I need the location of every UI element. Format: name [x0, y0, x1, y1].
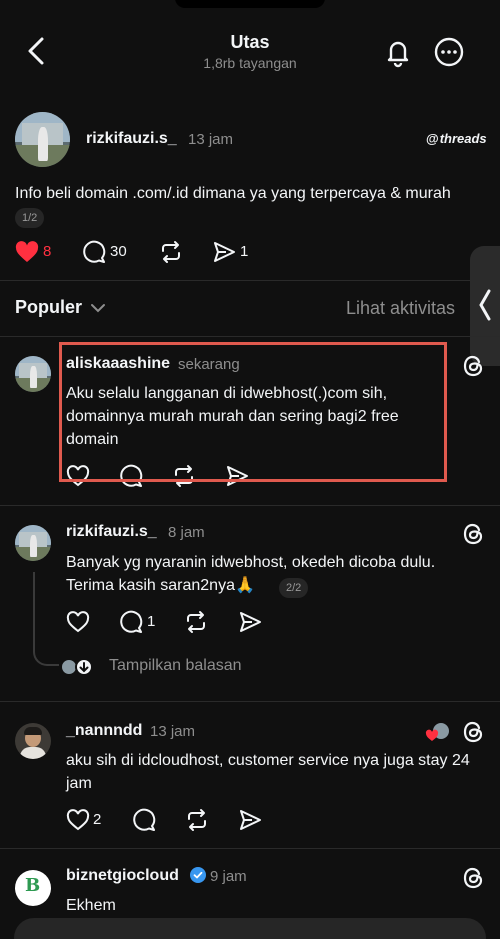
reply-text: Banyak yg nyaranin idwebhost, okedeh dic…	[66, 554, 436, 594]
brand-label: threads	[439, 131, 487, 146]
header: Utas 1,8rb tayangan	[0, 0, 500, 90]
like-count: 8	[43, 243, 52, 260]
reply-count: 30	[110, 243, 127, 260]
avatar[interactable]: B	[15, 870, 51, 906]
post-username[interactable]: rizkifauzi.s_	[86, 130, 177, 148]
repost-icon[interactable]	[159, 240, 183, 264]
view-count: 1,8rb tayangan	[203, 55, 297, 71]
threads-logo-icon[interactable]	[462, 354, 486, 378]
heart-icon[interactable]	[66, 611, 90, 633]
divider	[0, 280, 500, 281]
arrow-down-icon	[79, 662, 89, 673]
reply-time: 8 jam	[168, 524, 205, 541]
view-activity-link[interactable]: Lihat aktivitas	[346, 298, 455, 319]
divider	[0, 336, 500, 337]
heart-filled-icon[interactable]	[15, 241, 39, 263]
share-count: 1	[240, 243, 249, 260]
avatar[interactable]	[15, 723, 51, 759]
reply-username[interactable]: biznetgiocloud	[66, 867, 179, 885]
page-indicator: 1/2	[15, 208, 45, 228]
threads-at-icon: @	[426, 131, 439, 146]
share-icon[interactable]	[212, 240, 236, 264]
reply-time: 13 jam	[150, 723, 196, 740]
comment-icon[interactable]	[132, 808, 156, 832]
heart-icon[interactable]	[66, 809, 90, 831]
like-count: 2	[93, 811, 102, 828]
repost-icon[interactable]	[185, 808, 209, 832]
page-indicator: 2/2	[279, 578, 309, 598]
liked-by-author-icon	[425, 723, 449, 741]
threads-brand: @threads	[426, 131, 487, 146]
avatar[interactable]	[15, 356, 51, 392]
post-text: Info beli domain .com/.id dimana ya yang…	[15, 185, 451, 202]
reply-text: Ekhem	[66, 897, 116, 914]
reply-text: aku sih di idcloudhost, customer service…	[66, 752, 470, 792]
side-panel-tab[interactable]	[470, 246, 500, 366]
more-options-icon[interactable]	[433, 36, 465, 68]
bell-icon[interactable]	[382, 36, 414, 68]
comment-icon[interactable]	[82, 240, 106, 264]
threads-logo-icon[interactable]	[462, 866, 486, 890]
divider	[0, 505, 500, 506]
reply-count: 1	[147, 613, 156, 630]
replier-avatar	[75, 658, 93, 676]
thread-curve	[33, 640, 59, 666]
threads-logo-icon[interactable]	[462, 720, 486, 744]
chevron-left-icon	[479, 289, 491, 321]
reply-time: 9 jam	[210, 868, 247, 885]
verified-badge-icon	[190, 867, 206, 883]
share-icon[interactable]	[238, 808, 262, 832]
divider	[0, 848, 500, 849]
comment-icon[interactable]	[119, 610, 143, 634]
post-time: 13 jam	[188, 131, 234, 148]
reply-composer-bar[interactable]	[14, 918, 486, 939]
thread-line	[33, 572, 35, 642]
repost-icon[interactable]	[184, 610, 208, 634]
reply-username[interactable]: rizkifauzi.s_	[66, 523, 157, 541]
reply-username[interactable]: _nannndd	[66, 722, 142, 740]
avatar[interactable]	[15, 112, 70, 167]
show-replies-link[interactable]: Tampilkan balasan	[109, 657, 242, 675]
threads-logo-icon[interactable]	[462, 522, 486, 546]
avatar[interactable]	[15, 525, 51, 561]
sort-dropdown[interactable]: Populer	[15, 297, 82, 318]
biznet-logo-icon: B	[25, 875, 41, 896]
share-icon[interactable]	[238, 610, 262, 634]
divider	[0, 701, 500, 702]
chevron-down-icon[interactable]	[90, 302, 106, 314]
page-title: Utas	[230, 32, 270, 52]
highlight-box	[59, 342, 447, 482]
